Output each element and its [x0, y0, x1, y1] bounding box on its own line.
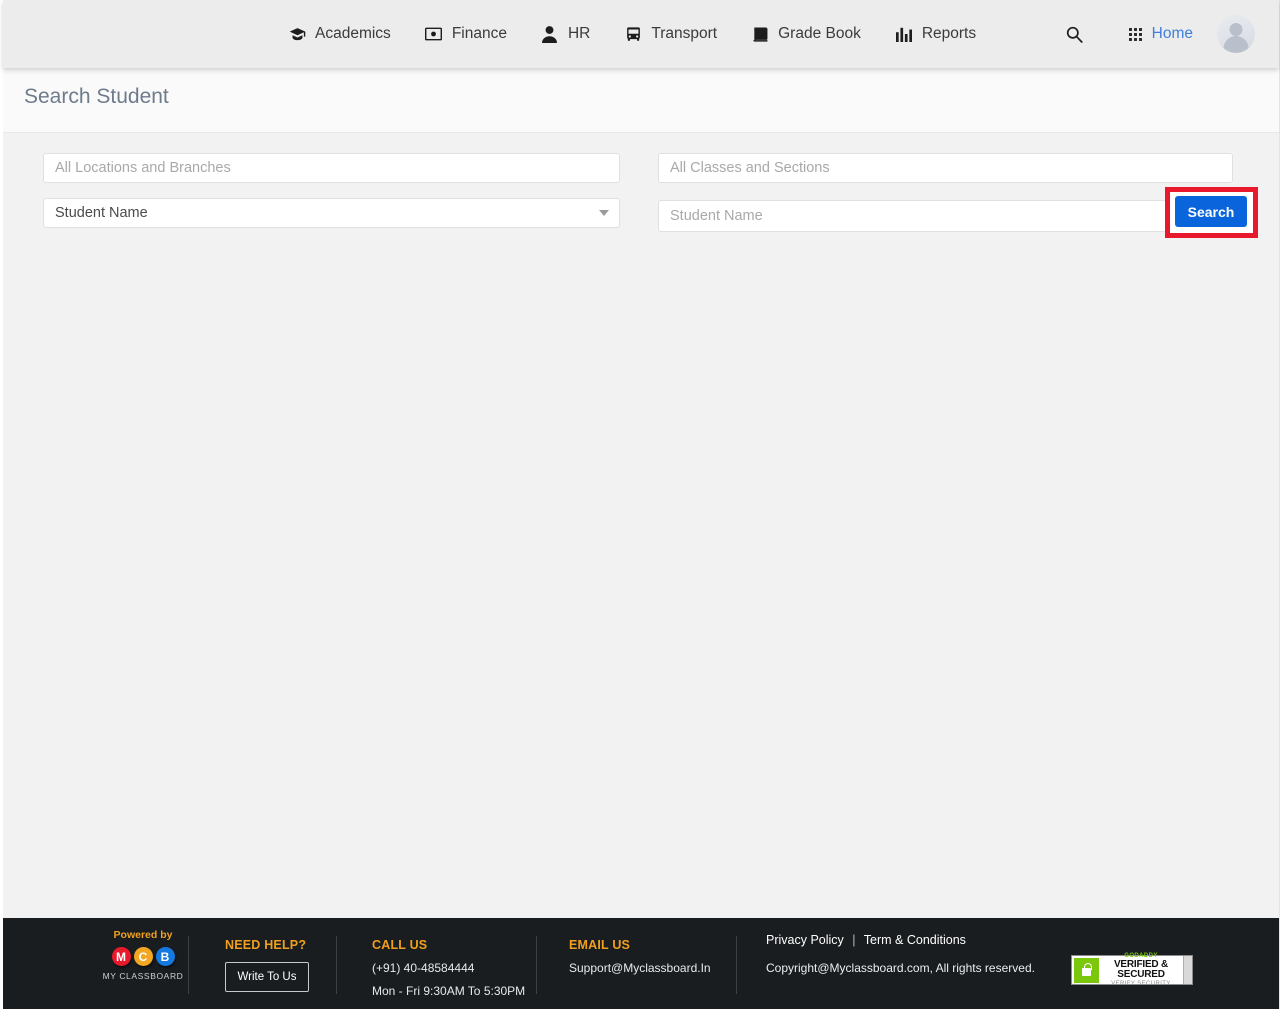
user-avatar-icon[interactable]: [1217, 15, 1255, 53]
nav-item-hr[interactable]: HR: [541, 25, 590, 43]
brand-name: MY CLASSBOARD: [102, 971, 184, 981]
footer-security-seal: GODADDY VERIFIED & SECURED VERIFY SECURI…: [1071, 953, 1193, 987]
page-footer: Powered by M C B MY CLASSBOARD NEED HELP…: [3, 918, 1279, 1009]
apps-grid-icon: [1128, 27, 1142, 41]
legal-links: Privacy Policy | Term & Conditions: [766, 933, 1086, 947]
phone-number[interactable]: (+91) 40-48584444: [372, 961, 542, 975]
nav-item-finance[interactable]: Finance: [425, 25, 507, 43]
support-email[interactable]: Support@Myclassboard.In: [569, 961, 744, 975]
footer-email-us: EMAIL US Support@Myclassboard.In: [569, 918, 744, 1009]
nav-item-transport[interactable]: Transport: [624, 25, 717, 43]
privacy-policy-link[interactable]: Privacy Policy: [766, 933, 844, 947]
legal-separator: |: [852, 933, 856, 947]
seal-side-tab: [1183, 956, 1192, 984]
search-by-value: Student Name: [55, 205, 148, 221]
classes-sections-placeholder: All Classes and Sections: [670, 160, 830, 176]
nav-label-grade-book: Grade Book: [778, 25, 861, 42]
email-us-heading: EMAIL US: [569, 938, 631, 952]
call-us-heading: CALL US: [372, 938, 428, 952]
search-by-dropdown[interactable]: Student Name: [43, 198, 620, 228]
footer-divider-4: [736, 936, 737, 994]
nav-label-transport: Transport: [651, 25, 718, 42]
page-title: Search Student: [24, 85, 169, 108]
main-menu: Academics Finance HR Transport Grade Boo…: [288, 25, 976, 43]
powered-by-label: Powered by: [113, 929, 173, 941]
search-button[interactable]: Search: [1175, 196, 1247, 227]
copyright-text: Copyright@Myclassboard.com, All rights r…: [766, 961, 1035, 975]
classes-sections-select[interactable]: All Classes and Sections: [658, 153, 1233, 183]
seal-verify-line: VERIFY SECURITY: [1111, 981, 1171, 987]
logo-letter-m: M: [111, 947, 131, 966]
bus-icon: [624, 25, 642, 43]
search-icon[interactable]: [1053, 0, 1097, 68]
lock-icon: [1074, 957, 1099, 983]
footer-divider-1: [188, 936, 189, 994]
locations-branches-placeholder: All Locations and Branches: [55, 160, 231, 176]
terms-conditions-link[interactable]: Term & Conditions: [864, 933, 966, 947]
nav-item-grade-book[interactable]: Grade Book: [751, 25, 861, 43]
nav-label-reports: Reports: [921, 25, 977, 42]
page-root: Academics Finance HR Transport Grade Boo…: [0, 0, 1280, 1009]
footer-divider-3: [536, 936, 537, 994]
footer-call-us: CALL US (+91) 40-48584444 Mon - Fri 9:30…: [372, 918, 542, 1009]
student-name-placeholder: Student Name: [670, 208, 763, 224]
godaddy-verified-badge[interactable]: GODADDY VERIFIED & SECURED VERIFY SECURI…: [1071, 953, 1193, 987]
avatar-head: [1229, 23, 1243, 36]
business-hours: Mon - Fri 9:30AM To 5:30PM: [372, 984, 526, 998]
footer-need-help: NEED HELP? Write To Us: [225, 918, 335, 1009]
nav-label-finance: Finance: [451, 25, 507, 42]
myclassboard-logo: M C B: [99, 947, 187, 966]
footer-legal: Privacy Policy | Term & Conditions Copyr…: [766, 918, 1086, 1009]
logo-letter-b: B: [155, 947, 175, 966]
avatar-body: [1223, 36, 1249, 53]
page-title-bar: Search Student: [3, 68, 1279, 133]
graduation-cap-icon: [288, 25, 306, 43]
footer-divider-2: [336, 936, 337, 994]
person-icon: [541, 25, 559, 43]
nav-label-hr: HR: [567, 25, 591, 42]
chevron-down-icon: [599, 210, 609, 216]
book-icon: [751, 25, 769, 43]
write-to-us-button[interactable]: Write To Us: [225, 962, 309, 992]
student-name-input[interactable]: Student Name: [658, 200, 1233, 232]
need-help-heading: NEED HELP?: [225, 938, 307, 952]
footer-powered-by: Powered by M C B MY CLASSBOARD: [99, 918, 187, 1009]
seal-text: GODADDY VERIFIED & SECURED VERIFY SECURI…: [1099, 953, 1183, 987]
nav-item-reports[interactable]: Reports: [895, 25, 976, 43]
nav-label-academics: Academics: [315, 25, 391, 42]
search-form-area: All Locations and Branches All Classes a…: [3, 134, 1279, 918]
top-navigation-bar: Academics Finance HR Transport Grade Boo…: [3, 0, 1279, 68]
seal-verified-line: VERIFIED & SECURED: [1113, 959, 1169, 980]
home-button[interactable]: Home: [1128, 25, 1193, 43]
home-label: Home: [1151, 25, 1193, 42]
locations-branches-select[interactable]: All Locations and Branches: [43, 153, 620, 183]
nav-item-academics[interactable]: Academics: [288, 25, 391, 43]
banknote-icon: [425, 25, 443, 43]
nav-right-actions: Home: [1053, 0, 1279, 68]
logo-letter-c: C: [133, 947, 153, 966]
bar-chart-icon: [895, 25, 913, 43]
